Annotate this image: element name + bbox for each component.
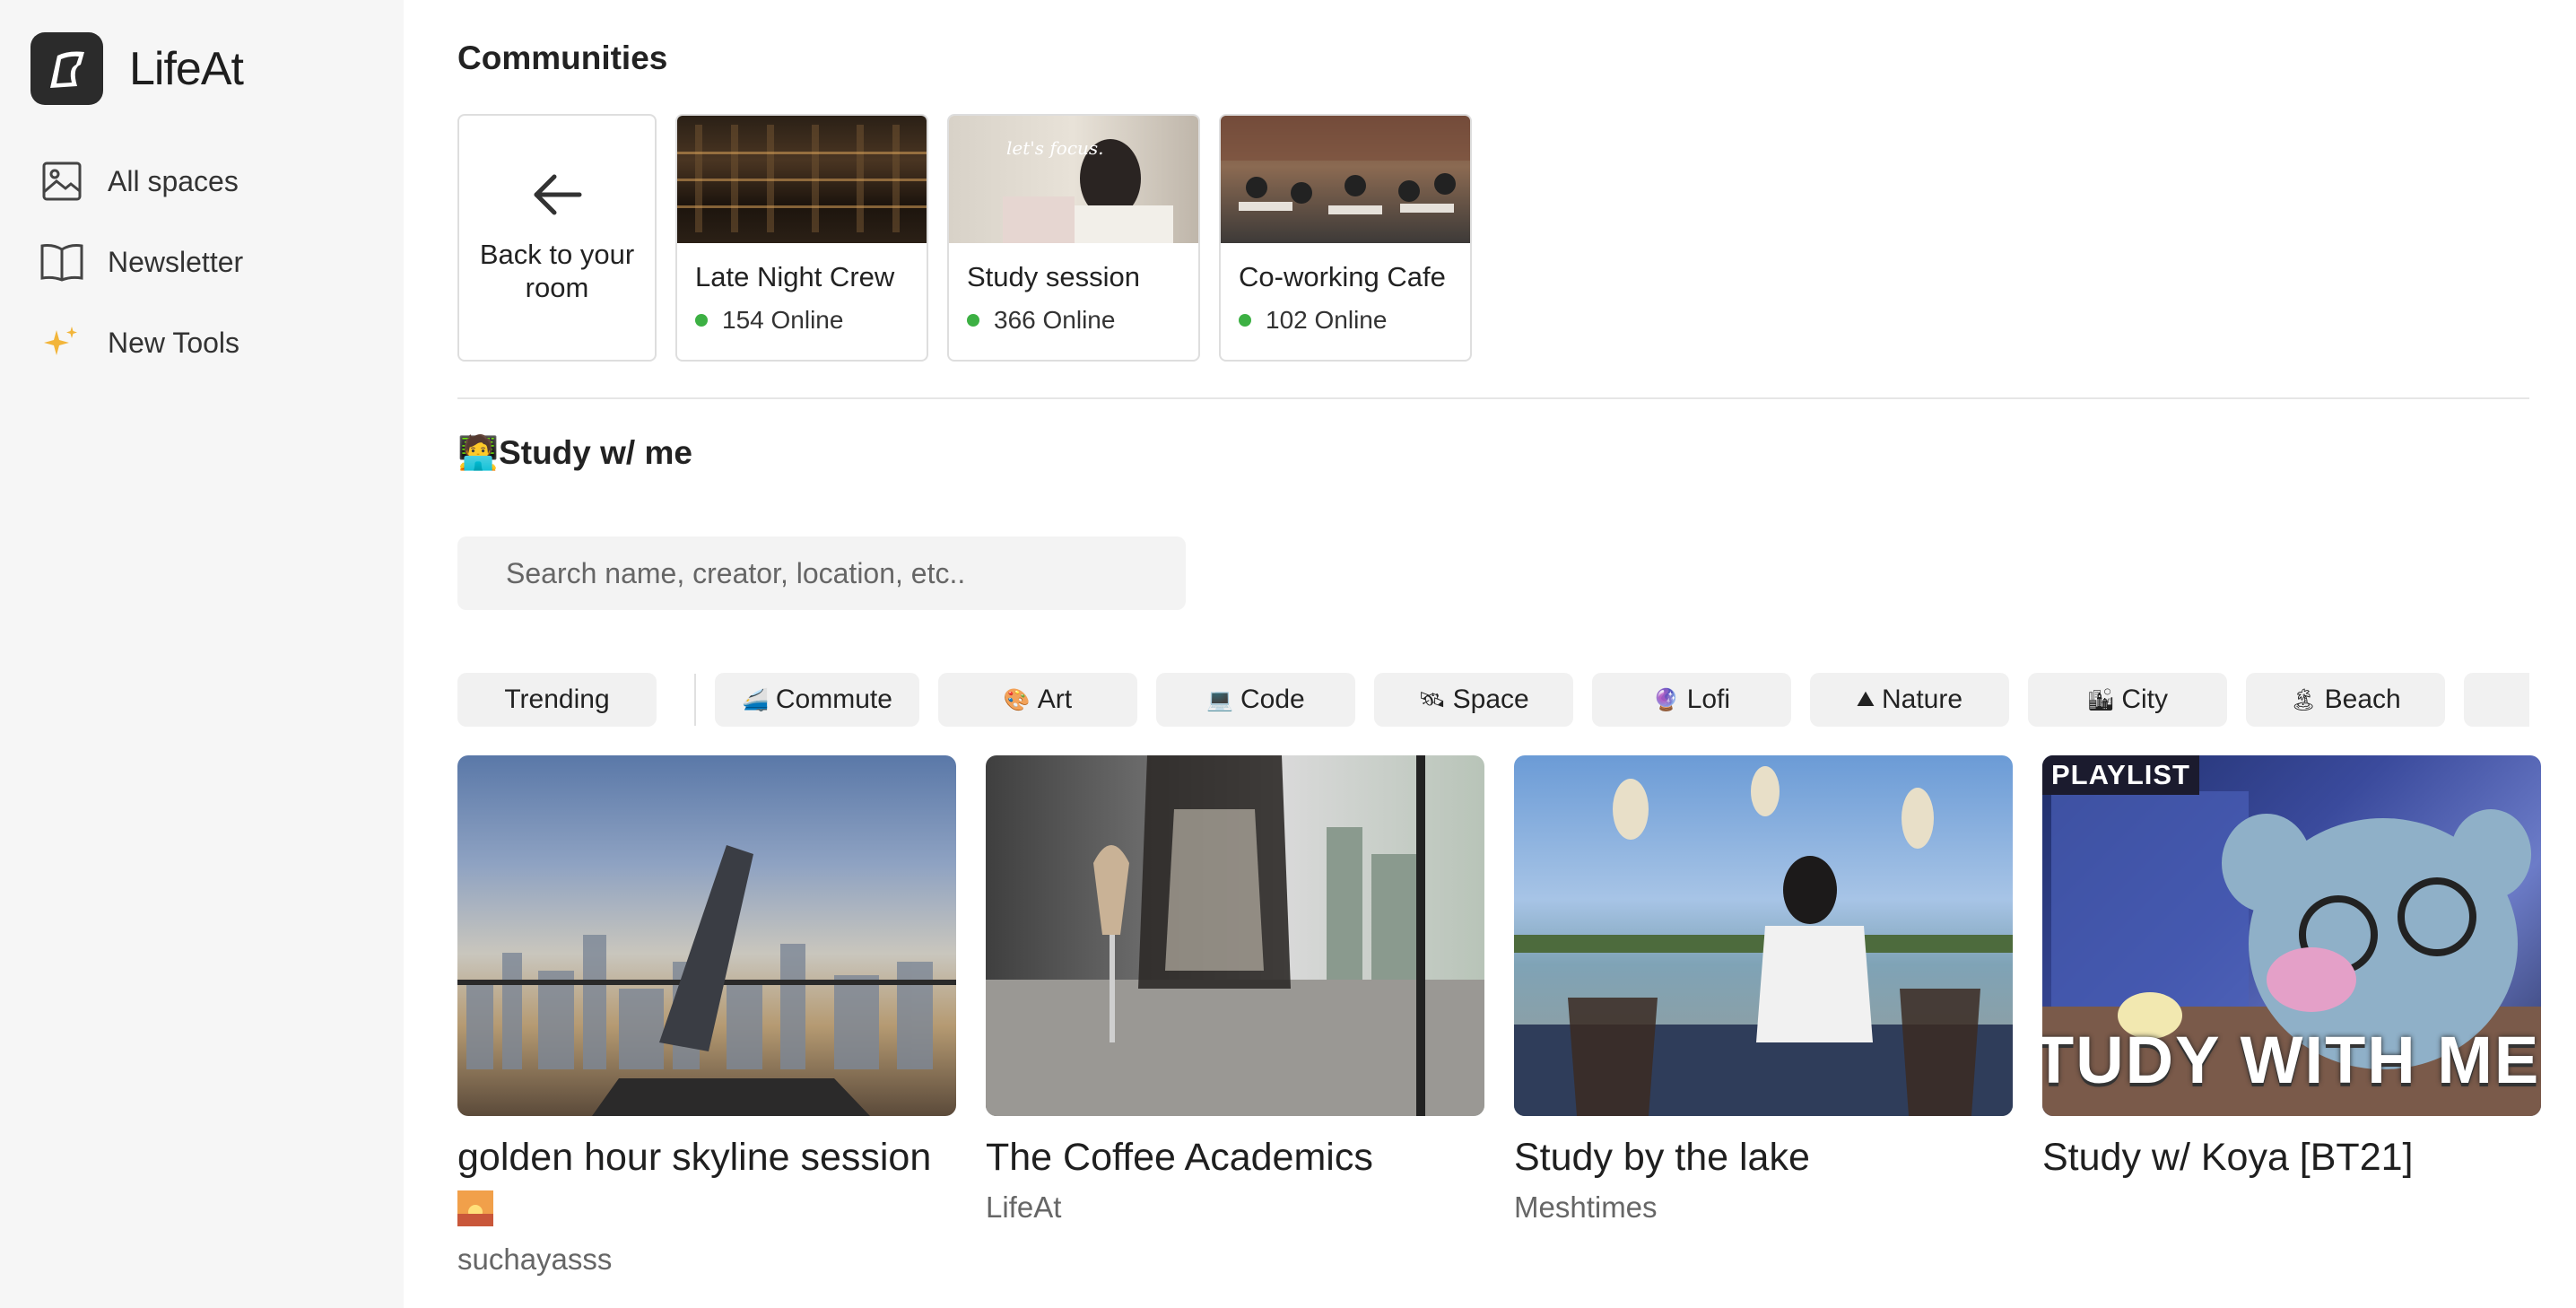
community-name: Study session <box>967 261 1140 292</box>
community-online-count: 102 Online <box>1221 293 1470 335</box>
chip-code[interactable]: 💻 Code <box>1155 673 1355 727</box>
crystal-ball-icon: 🔮 <box>1652 687 1680 712</box>
sidebar-nav: All spaces Newsletter New Tools <box>38 154 243 397</box>
chip-label: Commute <box>775 685 892 714</box>
back-to-room-label: Back to your room <box>479 238 635 303</box>
palette-icon: 🎨 <box>1003 687 1031 712</box>
back-to-room-button[interactable]: Back to your room <box>457 114 657 362</box>
video-card-coffee-academics[interactable]: The Coffee Academics LifeAt <box>986 755 1484 1277</box>
sidebar: LifeAt All spaces Newsletter New Tools <box>0 0 404 1308</box>
study-title-emoji: 🧑‍💻 <box>457 434 500 471</box>
video-thumbnail: PLAYLIST TUDY WITH ME <box>2042 755 2541 1116</box>
sidebar-item-new-tools[interactable]: New Tools <box>38 316 243 370</box>
chip-label: Code <box>1240 685 1305 714</box>
lifeat-logo-icon <box>30 32 103 105</box>
chip-nature[interactable]: ⛰ Nature <box>1809 673 2009 727</box>
sparkle-icon <box>38 318 86 367</box>
communities-title: Communities <box>457 39 668 76</box>
video-title: The Coffee Academics <box>986 1136 1373 1179</box>
chip-trending[interactable]: Trending <box>457 673 657 727</box>
chip-label: Beach <box>2324 685 2401 714</box>
video-card-golden-hour[interactable]: golden hour skyline session suchayasss <box>457 755 956 1277</box>
chip-label: Nature <box>1882 685 1963 714</box>
community-card-study-session[interactable]: let's focus. Study session 366 Online <box>947 114 1200 362</box>
chip-art[interactable]: 🎨 Art <box>937 673 1137 727</box>
sidebar-item-label: All spaces <box>108 164 239 197</box>
thumbnail-overlay-text: TUDY WITH ME <box>2042 1023 2541 1097</box>
chip-commute[interactable]: 🚄 Commute <box>715 673 919 727</box>
chip-lofi[interactable]: 🔮 Lofi <box>1591 673 1791 727</box>
train-icon: 🚄 <box>742 687 769 712</box>
chip-label: Art <box>1037 685 1073 714</box>
chip-city[interactable]: 🏙 City <box>2027 673 2227 727</box>
chip-label: City <box>2121 685 2168 714</box>
video-card-koya[interactable]: PLAYLIST TUDY WITH ME Study w/ Koya [BT2… <box>2042 755 2541 1277</box>
community-online-count: 366 Online <box>949 293 1198 335</box>
thumb-caption: let's focus. <box>1006 137 1104 159</box>
video-creator: LifeAt <box>986 1190 1062 1224</box>
community-thumbnail <box>677 116 927 243</box>
book-icon <box>38 238 86 286</box>
online-count-label: 102 Online <box>1266 306 1388 334</box>
chip-label: Trending <box>504 685 610 714</box>
video-creator: suchayasss <box>457 1243 613 1276</box>
video-grid: golden hour skyline session suchayasss T… <box>457 755 2541 1277</box>
community-card-co-working-cafe[interactable]: Co-working Cafe 102 Online <box>1219 114 1472 362</box>
chip-beach[interactable]: 🏝 Beach <box>2245 673 2445 727</box>
study-title-text: Study w/ me <box>499 434 692 471</box>
online-dot-icon <box>1239 314 1251 327</box>
satellite-icon: 🛰 <box>1418 687 1446 712</box>
sidebar-item-label: Newsletter <box>108 245 244 278</box>
online-count-label: 154 Online <box>722 306 844 334</box>
laptop-icon: 💻 <box>1206 687 1234 712</box>
online-count-label: 366 Online <box>994 306 1116 334</box>
community-online-count: 154 Online <box>677 293 927 335</box>
video-thumbnail <box>457 755 956 1116</box>
community-name: Co-working Cafe <box>1239 261 1446 292</box>
cityscape-icon: 🏙 <box>2086 687 2115 712</box>
chip-partial[interactable]: 🚪 V <box>2463 673 2529 727</box>
community-card-late-night-crew[interactable]: Late Night Crew 154 Online <box>675 114 928 362</box>
chip-space[interactable]: 🛰 Space <box>1373 673 1573 727</box>
video-title: Study by the lake <box>1514 1136 1810 1179</box>
online-dot-icon <box>967 314 979 327</box>
arrow-left-icon <box>531 172 583 222</box>
sidebar-item-newsletter[interactable]: Newsletter <box>38 235 243 289</box>
study-section-title: 🧑‍💻Study w/ me <box>457 434 692 473</box>
video-thumbnail <box>986 755 1484 1116</box>
video-thumbnail <box>1514 755 2013 1116</box>
video-title: Study w/ Koya [BT21] <box>2042 1136 2414 1179</box>
video-creator: Meshtimes <box>1514 1190 1658 1224</box>
section-divider <box>457 397 2529 399</box>
brand-name: LifeAt <box>129 42 244 95</box>
category-chips: Trending 🚄 Commute 🎨 Art 💻 Code 🛰 Space … <box>457 673 2529 728</box>
community-thumbnail: let's focus. <box>949 116 1198 243</box>
sidebar-item-label: New Tools <box>108 326 240 359</box>
sidebar-item-all-spaces[interactable]: All spaces <box>38 154 243 208</box>
search-input[interactable] <box>506 556 1134 590</box>
community-thumbnail <box>1221 116 1470 243</box>
mountain-icon: ⛰ <box>1856 687 1875 711</box>
communities-row: Back to your room Late Night Crew 154 On… <box>457 114 1491 362</box>
image-icon <box>38 157 86 205</box>
community-name: Late Night Crew <box>695 261 895 292</box>
video-card-study-by-lake[interactable]: Study by the lake Meshtimes <box>1514 755 2013 1277</box>
sunset-icon <box>457 1190 493 1226</box>
playlist-badge: PLAYLIST <box>2042 755 2199 795</box>
island-icon: 🏝 <box>2290 687 2318 712</box>
chip-label: Lofi <box>1686 685 1731 714</box>
chip-divider <box>694 674 696 726</box>
brand[interactable]: LifeAt <box>30 32 244 105</box>
video-title: golden hour skyline session <box>457 1136 932 1179</box>
search-box[interactable] <box>457 536 1186 610</box>
online-dot-icon <box>695 314 708 327</box>
chip-label: Space <box>1452 685 1529 714</box>
